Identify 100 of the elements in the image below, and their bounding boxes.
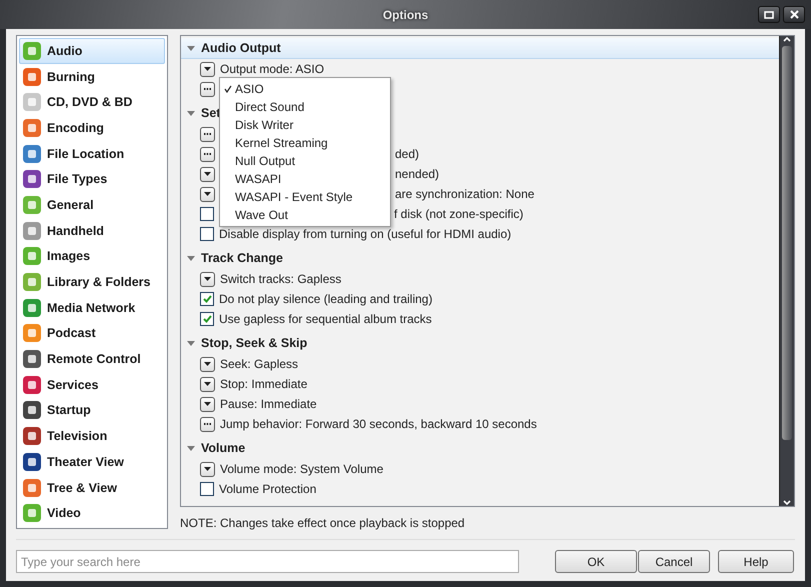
maximize-icon — [764, 10, 774, 18]
setting-label: Use gapless for sequential album tracks — [219, 312, 432, 326]
search-field[interactable]: Type your search here — [16, 550, 519, 573]
caret-icon — [204, 277, 211, 281]
category-icon — [22, 66, 42, 87]
category-item[interactable]: File Types — [19, 166, 165, 192]
category-item[interactable]: CD, DVD & BD — [19, 89, 165, 116]
window-title: Options — [382, 8, 430, 22]
category-icon — [22, 118, 42, 138]
collapse-icon[interactable] — [187, 256, 195, 260]
checkbox[interactable] — [200, 312, 214, 326]
dropdown-button[interactable] — [200, 462, 215, 476]
scroll-up-icon[interactable] — [783, 36, 791, 42]
checkbox[interactable] — [200, 482, 214, 496]
menu-item[interactable]: Wave Out — [220, 206, 390, 224]
category-item[interactable]: Burning — [19, 64, 165, 90]
section-title: Audio Output — [201, 41, 281, 55]
setting-label: Stop: Immediate — [220, 377, 308, 391]
category-icon — [22, 272, 42, 292]
category-icon — [22, 144, 42, 164]
category-item[interactable]: Media Network — [19, 294, 165, 321]
maximize-button[interactable] — [758, 6, 780, 23]
dropdown-button[interactable] — [200, 186, 215, 202]
category-item[interactable]: Services — [19, 372, 165, 398]
category-icon — [22, 452, 42, 472]
setting-label: Pause: Immediate — [220, 397, 317, 411]
category-item[interactable]: Tree & View — [19, 474, 165, 500]
category-icon — [22, 374, 42, 395]
category-item[interactable]: File Location — [19, 140, 165, 166]
setting-label: f disk (not zone-specific) — [394, 207, 524, 221]
ellipsis-button[interactable] — [200, 126, 215, 142]
caret-icon — [204, 192, 211, 196]
category-item[interactable]: General — [19, 192, 165, 218]
ellipsis-button[interactable] — [200, 82, 215, 96]
close-button[interactable] — [783, 6, 805, 23]
dropdown-button[interactable] — [200, 272, 215, 286]
collapse-icon[interactable] — [187, 446, 195, 450]
setting-label: Volume Protection — [219, 482, 316, 496]
checkbox[interactable] — [200, 227, 214, 241]
setting-label: Volume mode: System Volume — [220, 462, 384, 476]
checkbox[interactable] — [200, 207, 214, 221]
menu-item[interactable]: Disk Writer — [220, 116, 390, 134]
caret-icon — [204, 402, 211, 406]
category-item[interactable]: Handheld — [19, 218, 165, 244]
category-icon — [22, 246, 42, 266]
scrollbar[interactable] — [779, 36, 794, 506]
caret-icon — [204, 362, 211, 366]
category-icon — [22, 298, 42, 318]
collapse-icon[interactable] — [187, 340, 195, 346]
close-icon — [790, 10, 798, 19]
category-item[interactable]: Library & Folders — [19, 269, 165, 295]
menu-item[interactable]: Null Output — [220, 152, 390, 170]
checkbox[interactable] — [200, 292, 214, 306]
category-item[interactable]: Television — [19, 423, 165, 449]
setting-label: Do not play silence (leading and trailing) — [219, 292, 432, 306]
category-icon — [22, 478, 42, 498]
dropdown-button[interactable] — [200, 166, 215, 182]
dialog-button[interactable]: Help — [718, 550, 794, 573]
checkmark-icon — [202, 295, 212, 303]
category-item[interactable]: Theater View — [19, 449, 165, 475]
note-text: NOTE: Changes take effect once playback is stopped — [180, 516, 466, 530]
category-icon — [22, 426, 42, 446]
dialog-button[interactable]: Cancel — [638, 550, 710, 573]
category-item[interactable]: Remote Control — [19, 346, 165, 372]
section-title: Set — [201, 106, 220, 120]
dropdown-button[interactable] — [200, 356, 215, 372]
category-item[interactable]: Audio — [19, 38, 165, 64]
ellipsis-button[interactable] — [200, 146, 215, 162]
menu-item[interactable]: Direct Sound — [220, 98, 390, 116]
category-item[interactable]: Encoding — [19, 115, 165, 141]
checkmark-icon — [224, 85, 232, 93]
category-icon — [22, 503, 42, 524]
scroll-down-icon[interactable] — [783, 500, 791, 506]
dropdown-button[interactable] — [200, 376, 215, 392]
category-item[interactable]: Images — [19, 244, 165, 270]
dropdown-button[interactable] — [200, 396, 215, 412]
menu-item[interactable]: Kernel Streaming — [220, 134, 390, 152]
category-item[interactable]: Podcast — [19, 320, 165, 346]
category-item[interactable]: Startup — [19, 398, 165, 424]
collapse-icon[interactable] — [187, 46, 195, 50]
dialog-button[interactable]: OK — [555, 550, 637, 573]
collapse-icon[interactable] — [187, 110, 195, 116]
category-icon — [22, 40, 42, 61]
dropdown-button[interactable] — [200, 62, 215, 76]
setting-label: Switch tracks: Gapless — [220, 272, 342, 286]
menu-item[interactable]: WASAPI - Event Style — [220, 188, 390, 206]
setting-label: Seek: Gapless — [220, 357, 298, 371]
category-icon — [22, 400, 42, 420]
setting-label: nended) — [395, 167, 440, 181]
setting-label: Disable display from turning on (useful for HDMI audio) — [219, 227, 512, 241]
menu-item[interactable]: ASIO — [220, 80, 390, 98]
category-icon — [22, 194, 42, 215]
ellipsis-button[interactable] — [200, 416, 215, 432]
category-item[interactable]: Video — [19, 500, 165, 526]
scroll-thumb[interactable] — [782, 46, 792, 440]
menu-item[interactable]: WASAPI — [220, 170, 390, 188]
setting-label: ded) — [395, 147, 420, 161]
caret-icon — [204, 382, 211, 386]
category-icon — [22, 220, 42, 241]
section-title: Stop, Seek & Skip — [201, 336, 308, 350]
